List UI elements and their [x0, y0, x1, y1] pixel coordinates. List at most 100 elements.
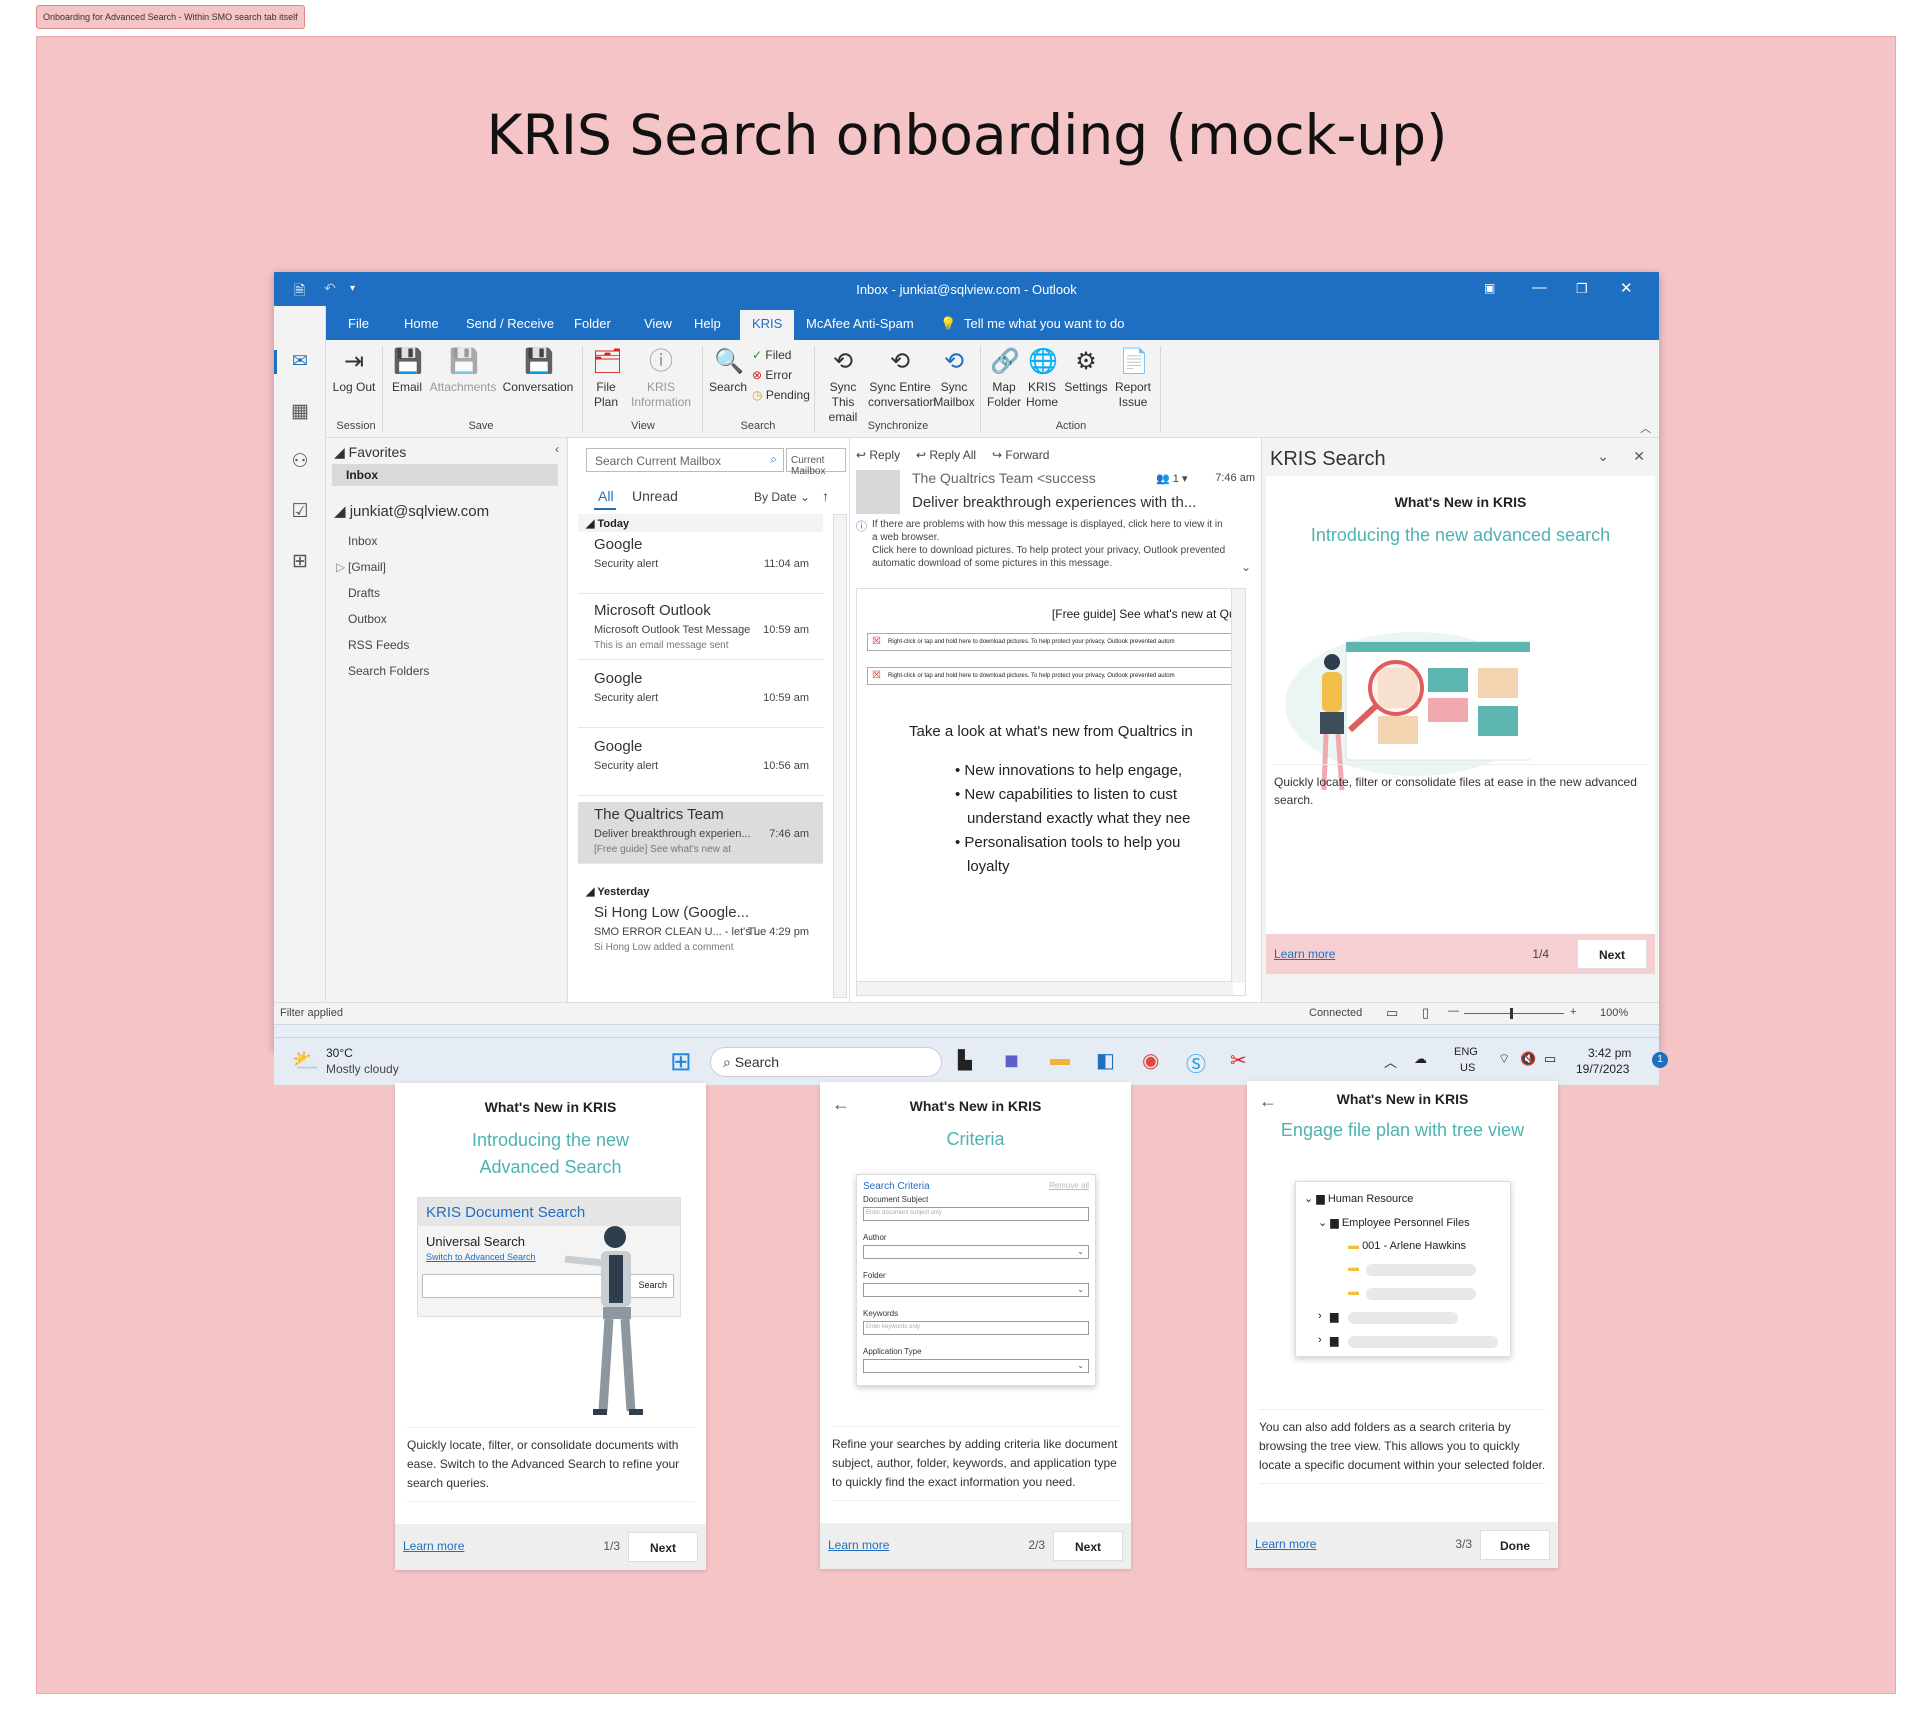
filed-filter[interactable]: ✓ Filed	[752, 348, 791, 362]
tab-view[interactable]: View	[644, 316, 672, 331]
list-scrollbar[interactable]	[833, 514, 847, 998]
close-pane-icon[interactable]: ✕	[1633, 448, 1645, 465]
tab-kris[interactable]: KRIS	[740, 310, 795, 340]
task-view-icon[interactable]: ▙	[958, 1050, 972, 1071]
zoom-thumb[interactable]	[1510, 1008, 1513, 1019]
expand-header-icon[interactable]: ⌄	[1241, 560, 1251, 574]
done-button[interactable]: Done	[1480, 1530, 1550, 1560]
file-explorer-icon[interactable]: ▬	[1050, 1048, 1070, 1071]
list-item[interactable]: Si Hong Low (Google... SMO ERROR CLEAN U.…	[578, 900, 823, 962]
file-plan-button[interactable]: 🗂 File Plan	[588, 348, 624, 410]
language-top[interactable]: ENG	[1454, 1046, 1478, 1058]
reading-view-icon[interactable]: ▯	[1422, 1005, 1429, 1021]
sort-direction-icon[interactable]: ↑	[822, 488, 829, 504]
reply-button[interactable]: ↩ Reply	[856, 448, 900, 462]
display-warning[interactable]: If there are problems with how this mess…	[872, 518, 1228, 544]
next-button[interactable]: Next	[1577, 939, 1647, 969]
list-item[interactable]: Google Security alert 11:04 am	[578, 532, 823, 594]
favorite-inbox[interactable]: Inbox	[332, 464, 558, 486]
email-button[interactable]: 💾 Email	[386, 348, 428, 395]
wifi-icon[interactable]: ⌔	[1498, 1051, 1510, 1067]
body-scrollbar[interactable]	[1231, 589, 1245, 983]
image-placeholder[interactable]: ☒ Right-click or tap and hold here to dow…	[867, 667, 1245, 685]
taskbar-search[interactable]: ⌕ Search	[710, 1047, 942, 1077]
outlook-icon[interactable]: ◧	[1096, 1048, 1115, 1073]
learn-more-link[interactable]: Learn more	[403, 1539, 464, 1553]
folder-inbox[interactable]: Inbox	[348, 534, 377, 548]
language-bottom[interactable]: US	[1460, 1062, 1475, 1074]
next-button[interactable]: Next	[628, 1532, 698, 1562]
chrome-icon[interactable]: ◉	[1142, 1048, 1159, 1073]
weather-text[interactable]: Mostly cloudy	[326, 1062, 399, 1076]
restore-icon[interactable]: ❐	[1576, 281, 1588, 297]
tab-mcafee[interactable]: McAfee Anti-Spam	[806, 316, 914, 331]
tab-folder[interactable]: Folder	[574, 316, 611, 331]
folder-gmail[interactable]: ▷ [Gmail]	[336, 560, 386, 574]
teams-icon[interactable]: ◼	[1004, 1050, 1019, 1071]
volume-icon[interactable]: 🔇	[1520, 1051, 1536, 1067]
kris-home-button[interactable]: 🌐 KRIS Home	[1024, 348, 1060, 410]
close-icon[interactable]: ✕	[1620, 279, 1633, 297]
conversation-button[interactable]: 💾 Conversation	[498, 348, 578, 395]
apps-icon[interactable]: ⊞	[288, 550, 312, 574]
favorites-header[interactable]: ◢ Favorites	[334, 444, 406, 461]
error-filter[interactable]: ⊗ Error	[752, 368, 792, 382]
pending-filter[interactable]: ◷ Pending	[752, 388, 810, 402]
clock-date[interactable]: 19/7/2023	[1576, 1062, 1629, 1076]
folder-outbox[interactable]: Outbox	[348, 612, 387, 626]
ribbon-display-icon[interactable]: ▣	[1484, 281, 1495, 295]
body-hscrollbar[interactable]	[857, 981, 1233, 995]
account-header[interactable]: ◢ junkiat@sqlview.com	[334, 502, 489, 520]
tell-me-search[interactable]: Tell me what you want to do	[964, 316, 1124, 331]
learn-more-link[interactable]: Learn more	[1274, 947, 1335, 961]
search-button[interactable]: 🔍 Search	[708, 348, 748, 395]
notification-badge[interactable]: 1	[1652, 1052, 1668, 1068]
folder-drafts[interactable]: Drafts	[348, 586, 380, 600]
list-item[interactable]: Google Security alert 10:56 am	[578, 734, 823, 796]
sync-email-button[interactable]: ⟲ Sync This email	[820, 348, 866, 425]
zoom-out-icon[interactable]: —	[1448, 1005, 1459, 1017]
calendar-icon[interactable]: ▦	[288, 400, 312, 424]
tray-chevron-icon[interactable]: ︿	[1384, 1052, 1397, 1071]
next-button[interactable]: Next	[1053, 1531, 1123, 1561]
list-item[interactable]: The Qualtrics Team Deliver breakthrough e…	[578, 802, 823, 864]
tab-file[interactable]: File	[348, 316, 369, 331]
people-count[interactable]: 👥 1 ▾	[1156, 472, 1187, 485]
collapse-pane-icon[interactable]: ‹	[555, 442, 559, 456]
learn-more-link[interactable]: Learn more	[1255, 1537, 1316, 1551]
report-issue-button[interactable]: 📄 Report Issue	[1112, 348, 1154, 410]
image-placeholder[interactable]: ☒ Right-click or tap and hold here to dow…	[867, 633, 1245, 651]
kris-app-icon[interactable]: ✂	[1230, 1048, 1247, 1073]
pane-menu-chevron-icon[interactable]: ⌄	[1597, 448, 1609, 465]
download-pictures-notice[interactable]: Click here to download pictures. To help…	[872, 544, 1228, 570]
learn-more-link[interactable]: Learn more	[828, 1538, 889, 1552]
tasks-icon[interactable]: ☑	[288, 500, 312, 524]
attachments-button[interactable]: 💾 Attachments	[428, 348, 498, 395]
clock-time[interactable]: 3:42 pm	[1588, 1046, 1631, 1060]
tab-send-receive[interactable]: Send / Receive	[466, 316, 554, 331]
cloud-icon[interactable]: ☁	[1414, 1051, 1427, 1067]
filter-all[interactable]: All	[598, 488, 614, 504]
start-icon[interactable]: ⊞	[670, 1046, 692, 1077]
settings-button[interactable]: ⚙ Settings	[1062, 348, 1110, 395]
tab-help[interactable]: Help	[694, 316, 721, 331]
zoom-slider[interactable]	[1464, 1013, 1564, 1014]
skype-icon[interactable]: Ⓢ	[1186, 1048, 1206, 1077]
kris-information-button[interactable]: ⓘ KRIS Information	[626, 348, 696, 410]
list-item[interactable]: Google Security alert 10:59 am	[578, 666, 823, 728]
reply-all-button[interactable]: ↩ Reply All	[916, 448, 976, 462]
filter-unread[interactable]: Unread	[632, 488, 678, 504]
list-item[interactable]: Microsoft Outlook Microsoft Outlook Test …	[578, 598, 823, 660]
people-icon[interactable]: ⚇	[288, 450, 312, 474]
mail-icon[interactable]: ✉	[288, 350, 312, 374]
zoom-in-icon[interactable]: +	[1570, 1006, 1576, 1018]
folder-search[interactable]: Search Folders	[348, 664, 429, 678]
battery-icon[interactable]: ▭	[1544, 1051, 1556, 1067]
search-mailbox-input[interactable]: Search Current Mailbox ⌕	[586, 448, 784, 472]
logout-button[interactable]: ⇥ Log Out	[332, 348, 376, 395]
sort-dropdown[interactable]: By Date ⌄	[754, 490, 810, 504]
folder-rss[interactable]: RSS Feeds	[348, 638, 409, 652]
tab-home[interactable]: Home	[404, 316, 439, 331]
normal-view-icon[interactable]: ▭	[1386, 1005, 1398, 1021]
scope-dropdown[interactable]: Current Mailbox	[786, 448, 846, 477]
